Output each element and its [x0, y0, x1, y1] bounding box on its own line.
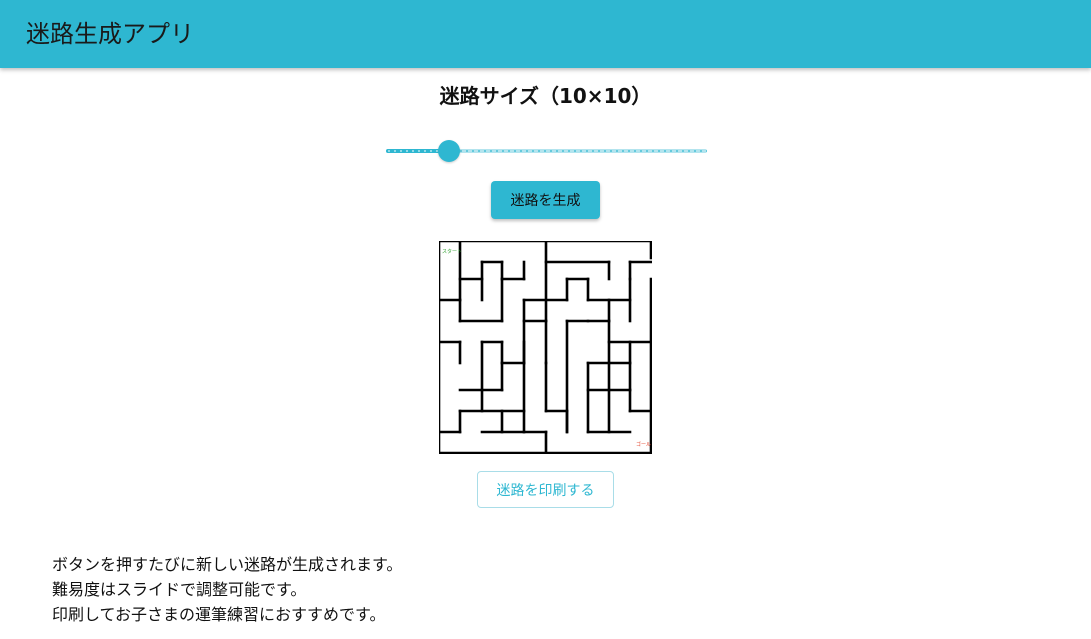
- slider-tick: [688, 150, 690, 152]
- slider-tick: [460, 150, 462, 152]
- start-label: スタート: [442, 248, 462, 255]
- generate-maze-button[interactable]: 迷路を生成: [491, 181, 600, 219]
- slider-tick: [478, 150, 480, 152]
- slider-thumb[interactable]: [437, 140, 460, 162]
- slider-tick: [598, 150, 600, 152]
- slider-tick: [604, 150, 606, 152]
- slider-tick: [616, 150, 618, 152]
- slider-tick: [406, 150, 408, 152]
- slider-tick: [532, 150, 534, 152]
- description: ボタンを押すたびに新しい迷路が生成されます。 難易度はスライドで調整可能です。 …: [52, 552, 402, 627]
- slider-tick: [556, 150, 558, 152]
- slider-tick: [634, 150, 636, 152]
- maze-canvas: スタート ゴール: [439, 241, 652, 454]
- slider-tick: [676, 150, 678, 152]
- slider-tick: [664, 150, 666, 152]
- description-line: 難易度はスライドで調整可能です。: [52, 580, 307, 599]
- slider-tick: [700, 150, 702, 152]
- slider-tick: [652, 150, 654, 152]
- slider-tick: [544, 150, 546, 152]
- description-line: 印刷してお子さまの運筆練習におすすめです。: [52, 605, 386, 624]
- slider-tick-marks: [388, 150, 707, 152]
- slider-tick: [490, 150, 492, 152]
- slider-tick: [586, 150, 588, 152]
- slider-tick: [412, 150, 414, 152]
- slider-tick: [628, 150, 630, 152]
- print-maze-button[interactable]: 迷路を印刷する: [477, 471, 614, 508]
- slider-tick: [424, 150, 426, 152]
- slider-tick: [694, 150, 696, 152]
- slider-tick: [400, 150, 402, 152]
- slider-tick: [610, 150, 612, 152]
- slider-tick: [670, 150, 672, 152]
- slider-tick: [388, 150, 390, 152]
- slider-tick: [574, 150, 576, 152]
- slider-tick: [472, 150, 474, 152]
- slider-tick: [646, 150, 648, 152]
- goal-label: ゴール: [636, 441, 651, 448]
- app-title: 迷路生成アプリ: [26, 20, 194, 48]
- slider-tick: [502, 150, 504, 152]
- slider-tick: [592, 150, 594, 152]
- description-line: ボタンを押すたびに新しい迷路が生成されます。: [52, 555, 403, 574]
- slider-tick: [658, 150, 660, 152]
- slider-tick: [484, 150, 486, 152]
- app-bar: 迷路生成アプリ: [0, 0, 1091, 68]
- slider-tick: [682, 150, 684, 152]
- slider-tick: [430, 150, 432, 152]
- slider-tick: [562, 150, 564, 152]
- slider-tick: [640, 150, 642, 152]
- maze-size-title: 迷路サイズ（10×10）: [439, 84, 652, 108]
- slider-tick: [514, 150, 516, 152]
- maze-size-slider[interactable]: [386, 140, 707, 162]
- slider-tick: [418, 150, 420, 152]
- slider-tick: [520, 150, 522, 152]
- slider-tick: [508, 150, 510, 152]
- slider-tick: [538, 150, 540, 152]
- slider-tick: [394, 150, 396, 152]
- slider-tick: [550, 150, 552, 152]
- slider-tick: [568, 150, 570, 152]
- slider-tick: [496, 150, 498, 152]
- slider-tick: [706, 150, 707, 152]
- slider-tick: [622, 150, 624, 152]
- slider-tick: [526, 150, 528, 152]
- slider-tick: [466, 150, 468, 152]
- slider-tick: [580, 150, 582, 152]
